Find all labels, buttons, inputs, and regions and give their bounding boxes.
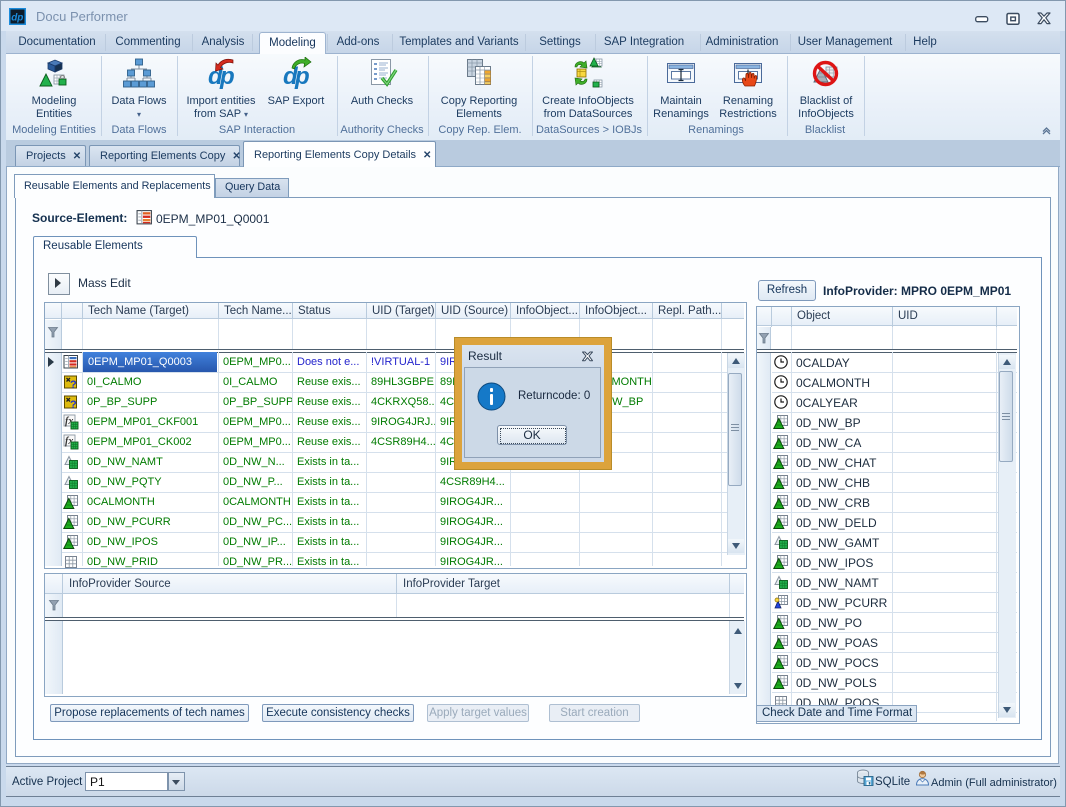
svg-text:?: ? [70,399,77,410]
svg-text:p: p [219,63,235,89]
svg-text:p: p [294,63,310,89]
svg-text:?: ? [70,379,77,390]
svg-text:dp: dp [11,13,23,24]
